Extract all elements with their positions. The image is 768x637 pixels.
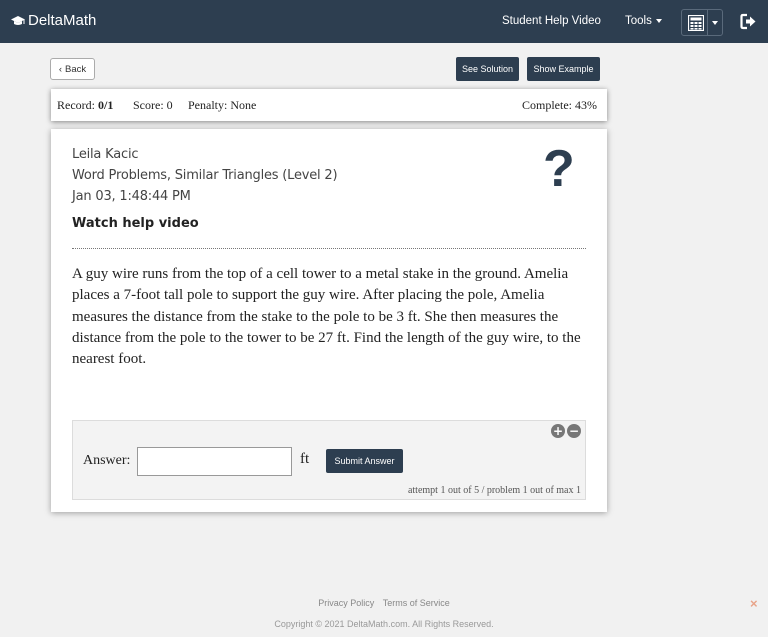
chevron-down-icon [655, 18, 662, 23]
answer-panel: + − Answer: ft Submit Answer attempt 1 o… [72, 420, 586, 500]
question-mark-icon: ? [543, 140, 575, 198]
zoom-in-icon[interactable]: + [551, 424, 565, 438]
close-icon[interactable]: × [750, 596, 758, 611]
split-divider [707, 10, 708, 35]
zoom-out-icon[interactable]: − [567, 424, 581, 438]
record-value: 0/1 [98, 98, 114, 112]
back-label: Back [65, 63, 87, 75]
answer-unit: ft [300, 451, 310, 467]
brand-link[interactable]: DeltaMath [11, 12, 96, 29]
record-bar: Record: 0/1 Score: 0 Penalty: None Compl… [51, 89, 607, 121]
see-solution-button[interactable]: See Solution [456, 57, 519, 81]
logout-icon[interactable] [740, 13, 757, 30]
brand-name: DeltaMath [28, 12, 97, 29]
score-stat: Score: 0 [133, 98, 173, 112]
submit-answer-button[interactable]: Submit Answer [326, 449, 403, 473]
problem-card: Leila Kacic Word Problems, Similar Trian… [51, 129, 607, 512]
terms-of-service-link[interactable]: Terms of Service [383, 598, 450, 608]
calculator-button[interactable] [681, 9, 723, 36]
graduation-cap-icon [11, 15, 25, 25]
footer-links: Privacy Policy Terms of Service [0, 598, 768, 608]
record-stat: Record: 0/1 [57, 98, 113, 113]
answer-input[interactable] [137, 447, 292, 476]
tools-label: Tools [625, 15, 652, 27]
complete-stat: Complete: 43% [522, 98, 597, 112]
record-label: Record: [57, 98, 95, 112]
attempt-info: attempt 1 out of 5 / problem 1 out of ma… [407, 485, 581, 496]
student-name: Leila Kacic [72, 147, 139, 162]
privacy-policy-link[interactable]: Privacy Policy [318, 598, 374, 608]
problem-topic: Word Problems, Similar Triangles (Level … [72, 168, 338, 183]
answer-label: Answer: [83, 453, 131, 468]
problem-date: Jan 03, 1:48:44 PM [72, 189, 191, 204]
calculator-icon [688, 14, 704, 31]
show-example-button[interactable]: Show Example [527, 57, 600, 81]
top-navbar: DeltaMath Student Help Video Tools [0, 0, 768, 43]
watch-help-video-link[interactable]: Watch help video [72, 216, 199, 231]
student-help-video-link[interactable]: Student Help Video [502, 15, 601, 27]
penalty-stat: Penalty: None [188, 98, 257, 112]
copyright: Copyright © 2021 DeltaMath.com. All Righ… [274, 619, 494, 629]
back-button[interactable]: ‹ Back [50, 58, 95, 80]
divider [72, 248, 586, 249]
tools-menu[interactable]: Tools [625, 15, 662, 27]
problem-text: A guy wire runs from the top of a cell t… [72, 266, 581, 368]
chevron-left-icon: ‹ [58, 63, 63, 75]
chevron-down-icon[interactable] [712, 21, 718, 25]
